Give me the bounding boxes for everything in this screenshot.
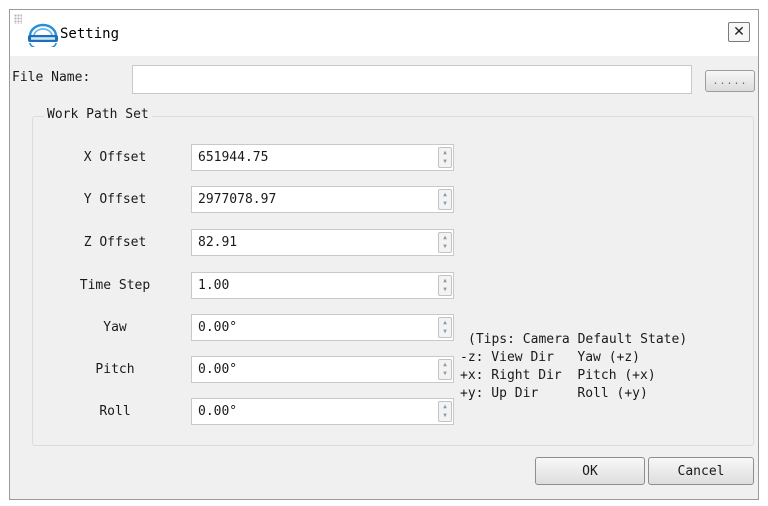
roll-input[interactable]: 0.00° ▲ ▼ [191, 398, 454, 425]
spin-up-icon[interactable]: ▲ [439, 233, 451, 243]
pitch-input[interactable]: 0.00° ▲ ▼ [191, 356, 454, 383]
tips-line: +x: Right Dir Pitch (+x) [460, 368, 656, 383]
spin-down-icon[interactable]: ▼ [439, 286, 451, 296]
browse-button-label: ..... [712, 75, 748, 87]
browse-button[interactable]: ..... [705, 70, 755, 92]
ok-button-label: OK [582, 463, 598, 479]
yaw-value: 0.00° [198, 320, 238, 335]
tips-line: +y: Up Dir Roll (+y) [460, 386, 648, 401]
pitch-value: 0.00° [198, 362, 238, 377]
ok-button[interactable]: OK [535, 457, 645, 485]
app-logo-icon [28, 23, 58, 47]
x-offset-spinner[interactable]: ▲ ▼ [438, 147, 452, 168]
spin-down-icon[interactable]: ▼ [439, 328, 451, 338]
spin-down-icon[interactable]: ▼ [439, 412, 451, 422]
cancel-button-label: Cancel [677, 463, 725, 479]
settings-dialog: Setting ✕ File Name: ..... Work Path Set… [9, 9, 759, 500]
time-step-value: 1.00 [198, 278, 230, 293]
y-offset-label: Y Offset [83, 192, 147, 207]
title-bar[interactable]: Setting ✕ [10, 10, 758, 56]
work-path-group-title: Work Path Set [44, 107, 152, 122]
z-offset-spinner[interactable]: ▲ ▼ [438, 232, 452, 253]
z-offset-value: 82.91 [198, 235, 238, 250]
x-offset-input[interactable]: 651944.75 ▲ ▼ [191, 144, 454, 171]
yaw-input[interactable]: 0.00° ▲ ▼ [191, 314, 454, 341]
close-icon: ✕ [733, 24, 745, 40]
x-offset-value: 651944.75 [198, 150, 269, 165]
y-offset-spinner[interactable]: ▲ ▼ [438, 189, 452, 210]
time-step-label: Time Step [79, 278, 151, 293]
tips-line: -z: View Dir Yaw (+z) [460, 350, 641, 365]
time-step-spinner[interactable]: ▲ ▼ [438, 275, 452, 296]
file-name-label: File Name: [12, 70, 91, 85]
spin-up-icon[interactable]: ▲ [439, 402, 451, 412]
file-name-input[interactable] [132, 65, 692, 94]
spin-down-icon[interactable]: ▼ [439, 200, 451, 210]
dialog-title: Setting [60, 26, 120, 42]
x-offset-label: X Offset [83, 150, 147, 165]
yaw-spinner[interactable]: ▲ ▼ [438, 317, 452, 338]
y-offset-input[interactable]: 2977078.97 ▲ ▼ [191, 186, 454, 213]
pitch-spinner[interactable]: ▲ ▼ [438, 359, 452, 380]
roll-label: Roll [99, 404, 131, 419]
spin-up-icon[interactable]: ▲ [439, 190, 451, 200]
spin-up-icon[interactable]: ▲ [439, 360, 451, 370]
tips-heading: (Tips: Camera Default State) [468, 332, 688, 347]
cancel-button[interactable]: Cancel [648, 457, 754, 485]
time-step-input[interactable]: 1.00 ▲ ▼ [191, 272, 454, 299]
z-offset-label: Z Offset [83, 235, 147, 250]
drag-grip-icon[interactable] [14, 14, 22, 24]
y-offset-value: 2977078.97 [198, 192, 277, 207]
spin-up-icon[interactable]: ▲ [439, 148, 451, 158]
roll-value: 0.00° [198, 404, 238, 419]
pitch-label: Pitch [95, 362, 135, 377]
yaw-label: Yaw [103, 320, 127, 335]
spin-down-icon[interactable]: ▼ [439, 370, 451, 380]
roll-spinner[interactable]: ▲ ▼ [438, 401, 452, 422]
close-button[interactable]: ✕ [728, 22, 750, 42]
spin-down-icon[interactable]: ▼ [439, 158, 451, 168]
z-offset-input[interactable]: 82.91 ▲ ▼ [191, 229, 454, 256]
spin-down-icon[interactable]: ▼ [439, 243, 451, 253]
spin-up-icon[interactable]: ▲ [439, 276, 451, 286]
spin-up-icon[interactable]: ▲ [439, 318, 451, 328]
